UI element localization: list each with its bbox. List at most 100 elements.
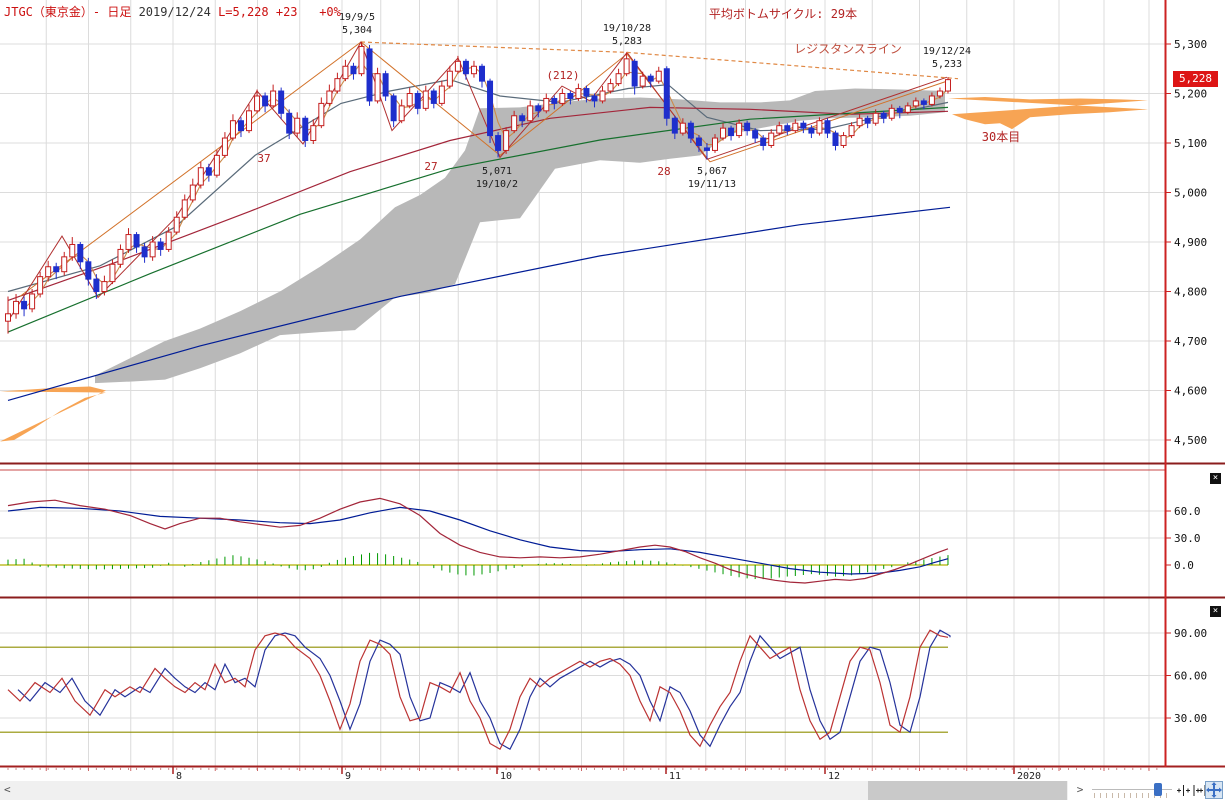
candle-body <box>415 94 420 109</box>
candle-body <box>54 267 59 272</box>
narrow-bars-icon <box>1176 783 1191 798</box>
candle-body <box>94 279 99 291</box>
candle-body <box>616 74 621 84</box>
axis-label: 5,000 <box>1174 187 1207 200</box>
chart-canvas[interactable]: 5,3005,2005,1005,0004,9004,8004,7004,600… <box>0 0 1225 800</box>
candle-body <box>913 101 918 106</box>
axis-label: 5,100 <box>1174 137 1207 150</box>
candle-body <box>343 66 348 78</box>
candle-body <box>311 126 316 141</box>
candle-body <box>110 264 115 281</box>
slider-thumb[interactable] <box>1154 783 1162 796</box>
horizontal-scrollbar: < > <box>0 781 1225 800</box>
candle-body <box>712 138 717 150</box>
candle-body <box>817 121 822 133</box>
axis-label: 5,300 <box>1174 38 1207 51</box>
candle-body <box>897 108 902 112</box>
indicator1-slow <box>8 507 948 574</box>
candle-body <box>134 235 139 247</box>
candle-body <box>303 118 308 140</box>
chart-app-window: { "window": { "title_symbol": "JTGC（東京金）… <box>0 0 1225 800</box>
candle-body <box>480 66 485 81</box>
last-price-badge: 5,228 <box>1173 71 1218 87</box>
candle-body <box>38 277 43 294</box>
candle-body <box>937 91 942 96</box>
candle-body <box>905 106 910 112</box>
kumo-cloud-future <box>948 97 1148 129</box>
title-quote: L=5,228 +23 +0% <box>218 5 341 19</box>
candle-body <box>375 74 380 101</box>
candle-body <box>174 217 179 232</box>
candle-body <box>528 106 533 121</box>
candle-body <box>793 123 798 130</box>
candle-body <box>640 76 645 86</box>
candle-body <box>455 61 460 71</box>
candle-body <box>447 71 452 86</box>
scroll-right-icon[interactable]: > <box>1072 783 1088 796</box>
candle-body <box>608 84 613 91</box>
candle-body <box>463 61 468 73</box>
candle-body <box>753 131 758 138</box>
candle-body <box>407 94 412 106</box>
candle-body <box>504 131 509 151</box>
axis-label: 60.00 <box>1174 670 1207 683</box>
candle-body <box>929 96 934 104</box>
candle-body <box>656 71 661 81</box>
candle-body <box>22 301 27 308</box>
scrollbar-thumb[interactable] <box>868 781 1067 800</box>
candle-body <box>263 96 268 106</box>
axis-label: 4,900 <box>1174 236 1207 249</box>
candle-body <box>247 111 252 131</box>
candle-body <box>680 123 685 133</box>
candle-body <box>584 89 589 96</box>
candle-body <box>30 294 35 309</box>
narrow-bars-button[interactable] <box>1176 783 1191 798</box>
candle-body <box>383 74 388 96</box>
candle-body <box>696 138 701 145</box>
bar-width-slider[interactable] <box>1092 781 1172 800</box>
candle-body <box>833 133 838 145</box>
indicator2-slow <box>18 630 950 749</box>
candle-body <box>158 242 163 249</box>
candle-body <box>857 118 862 125</box>
axis-label: 30.0 <box>1174 532 1201 545</box>
candle-body <box>777 126 782 133</box>
axis-label: 0.0 <box>1174 559 1194 572</box>
axis-label: 30.00 <box>1174 712 1207 725</box>
close-icon[interactable]: × <box>1210 473 1221 484</box>
candle-body <box>721 128 726 138</box>
candle-body <box>945 80 950 91</box>
candle-body <box>704 148 709 150</box>
candle-body <box>809 128 814 133</box>
candle-body <box>86 262 91 279</box>
close-icon[interactable]: × <box>1210 606 1221 617</box>
axis-label: 4,700 <box>1174 335 1207 348</box>
candle-body <box>391 96 396 121</box>
scroll-left-icon[interactable]: < <box>4 783 11 796</box>
fit-chart-button[interactable] <box>1205 781 1223 799</box>
candle-body <box>439 86 444 103</box>
candle-body <box>520 116 525 121</box>
candle-body <box>206 168 211 175</box>
candle-body <box>399 106 404 121</box>
indicator2-fast <box>8 630 948 749</box>
candle-body <box>78 244 83 261</box>
candle-body <box>295 118 300 133</box>
candle-body <box>70 244 75 256</box>
candle-body <box>190 185 195 200</box>
candle-body <box>46 267 51 277</box>
candle-body <box>576 89 581 99</box>
candle-body <box>761 138 766 145</box>
candle-body <box>632 61 637 86</box>
candle-body <box>142 247 147 257</box>
candle-body <box>560 94 565 104</box>
candle-body <box>825 121 830 133</box>
candle-body <box>600 91 605 101</box>
scrollbar-track[interactable]: < <box>0 781 1068 800</box>
candle-body <box>769 133 774 145</box>
candle-body <box>287 113 292 133</box>
candle-body <box>592 96 597 101</box>
candle-body <box>624 59 629 74</box>
candle-body <box>14 301 19 313</box>
candle-body <box>921 101 926 104</box>
